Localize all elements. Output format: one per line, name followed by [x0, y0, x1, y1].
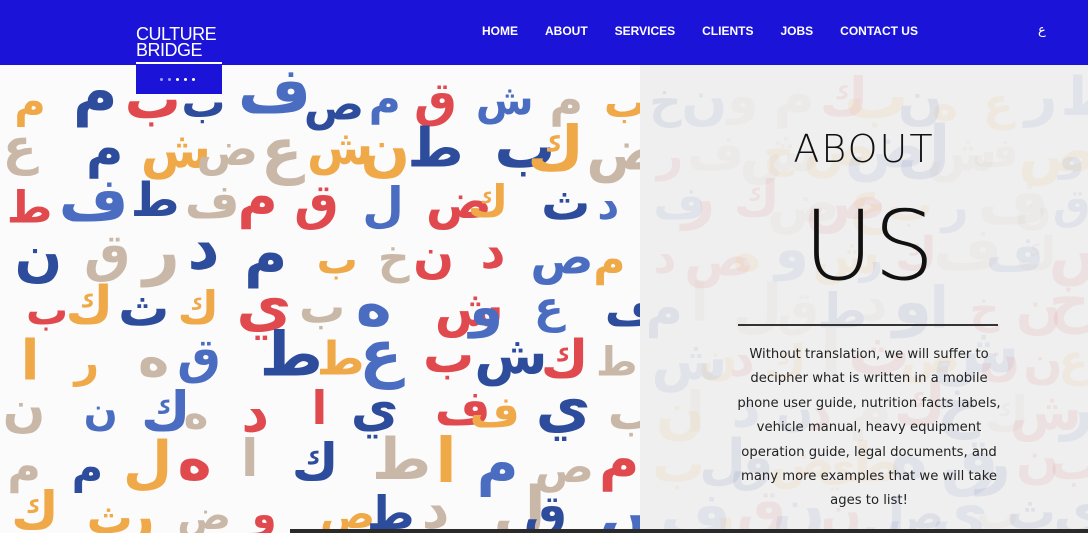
pattern-glyph: ك	[11, 482, 59, 533]
pattern-glyph: ر	[72, 337, 99, 387]
pattern-glyph: ر	[140, 214, 180, 288]
brand-logo[interactable]: CULTURE BRIDGE	[136, 25, 217, 60]
pattern-glyph: ق	[524, 485, 567, 533]
nav-about[interactable]: ABOUT	[545, 24, 588, 38]
about-body: Without translation, we will suffer to d…	[737, 347, 1001, 509]
slider-dots	[160, 78, 195, 81]
pattern-glyph: ا	[312, 381, 328, 435]
pattern-glyph: ط	[317, 332, 365, 386]
pattern-glyph: م	[593, 234, 625, 285]
site-header: CULTURE BRIDGE HOME ABOUT SERVICES CLIEN…	[0, 0, 1088, 65]
nav-home[interactable]: HOME	[482, 24, 518, 38]
pattern-glyph: ا	[241, 430, 258, 489]
slider-dot[interactable]	[176, 78, 179, 81]
pattern-glyph: م	[73, 65, 118, 127]
bottom-scroll-bar	[290, 529, 1088, 533]
about-heading: ABOUT	[793, 127, 935, 171]
pattern-glyph: ن	[15, 224, 63, 289]
slider-dot[interactable]	[184, 78, 187, 81]
pattern-glyph: ث	[1007, 484, 1056, 533]
pattern-glyph: ن	[361, 115, 411, 183]
brand-line-2: BRIDGE	[136, 40, 203, 60]
nav-contact-us[interactable]: CONTACT US	[840, 24, 918, 38]
pattern-glyph: ب	[423, 326, 474, 385]
pattern-glyph: ك	[66, 276, 114, 336]
slider-dot[interactable]	[168, 78, 171, 81]
pattern-glyph: و	[250, 492, 277, 533]
pattern-glyph: د	[597, 180, 619, 230]
pattern-glyph: ط	[260, 319, 323, 390]
pattern-glyph: ع	[983, 78, 1016, 131]
pattern-glyph: ش	[599, 476, 640, 533]
pattern-glyph: ي	[1053, 479, 1088, 533]
arabic-letter-pattern: ممببفصمقشمبعمشضعشنطبكضطفطفمقلضكثدنقردمبخ…	[0, 65, 640, 533]
pattern-glyph: ق	[294, 174, 339, 232]
pattern-glyph: ن	[413, 228, 454, 284]
pattern-glyph: ب	[26, 285, 68, 334]
language-toggle[interactable]: ع	[1038, 23, 1046, 38]
pattern-glyph: ن	[84, 389, 118, 435]
nav-services[interactable]: SERVICES	[615, 24, 675, 38]
pattern-glyph: ه	[178, 425, 212, 493]
pattern-glyph: ن	[3, 380, 46, 438]
pattern-glyph: ط	[408, 117, 464, 180]
pattern-glyph: ك	[178, 281, 219, 334]
pattern-glyph: ث	[541, 174, 590, 231]
pattern-glyph: ب	[317, 236, 358, 284]
pattern-glyph: ي	[536, 371, 591, 441]
pattern-glyph: ق	[177, 328, 221, 385]
pattern-graphic: م م ب ب فص م ق ش م بع م شض ع شنط بك ضط ف ط فم ق ل ضك ث دن ق ر د م ب خ…	[3, 65, 640, 533]
slider-dot[interactable]	[160, 78, 163, 81]
pattern-glyph: ض	[586, 118, 640, 184]
pattern-glyph: ف	[605, 283, 640, 338]
nav-jobs[interactable]: JOBS	[780, 24, 813, 38]
divider	[738, 324, 998, 326]
pattern-glyph: د	[187, 210, 219, 283]
pattern-glyph: ر	[697, 478, 735, 533]
about-subheading: US	[803, 190, 935, 302]
pattern-glyph: ل	[362, 178, 404, 234]
main-nav: HOME ABOUT SERVICES CLIENTS JOBS CONTACT…	[482, 24, 918, 38]
pattern-glyph: خ	[649, 75, 682, 128]
pattern-glyph: د	[480, 223, 505, 280]
pattern-glyph: م	[72, 444, 104, 494]
pattern-glyph: ن	[1023, 335, 1062, 389]
about-panel: خنومكبنهعرطرفشخضضلشفصوفركضصعبرفنقدصهوشرك…	[640, 65, 1088, 533]
pattern-glyph: ر	[120, 483, 155, 533]
nav-clients[interactable]: CLIENTS	[702, 24, 753, 38]
pattern-glyph: ط	[367, 486, 415, 533]
pattern-glyph: ف	[470, 387, 520, 437]
logo-underline	[136, 62, 222, 64]
slider-dot[interactable]	[192, 78, 195, 81]
pattern-glyph: ص	[530, 231, 593, 286]
pattern-glyph: ع	[3, 118, 39, 176]
pattern-glyph: ك	[468, 176, 508, 227]
pattern-glyph: د	[422, 478, 450, 533]
pattern-glyph: ض	[177, 493, 231, 533]
pattern-glyph: ط	[596, 340, 638, 386]
pattern-glyph: ك	[292, 434, 339, 493]
pattern-glyph: ن	[681, 68, 727, 131]
